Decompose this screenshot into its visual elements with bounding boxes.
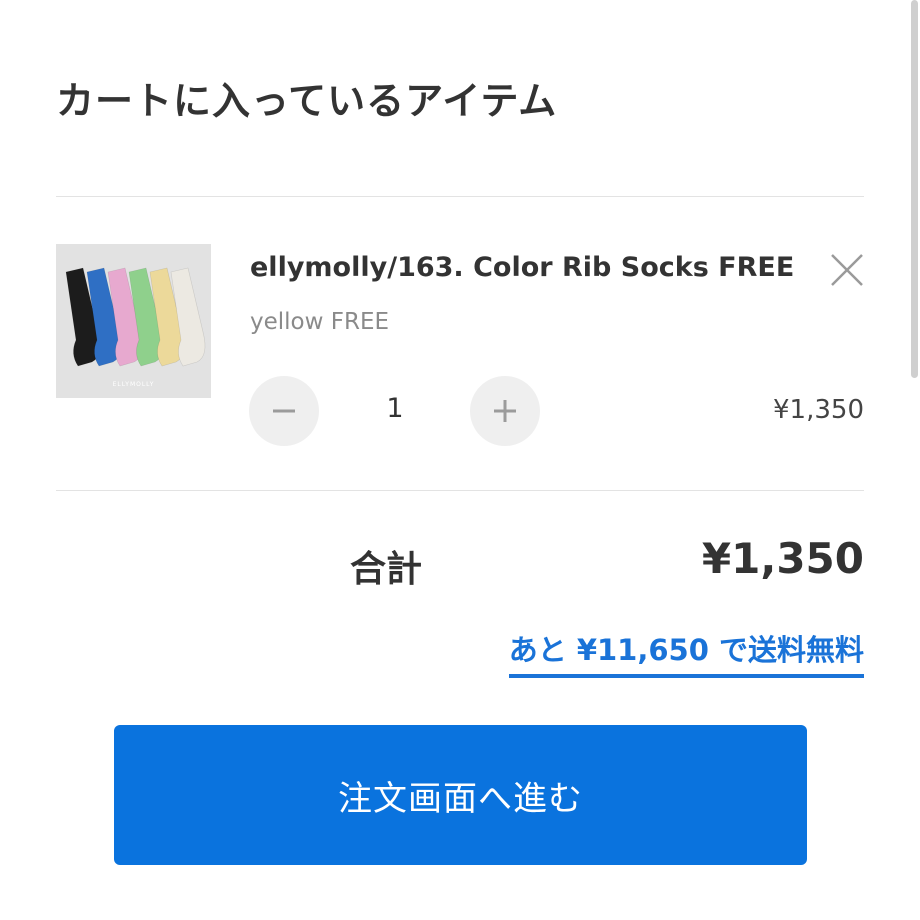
total-value: ¥1,350 <box>701 534 864 583</box>
total-label: 合計 <box>350 549 423 590</box>
socks-image <box>56 244 211 398</box>
close-icon <box>831 254 863 286</box>
cart-page: カートに入っているアイテム ELLYMOLLY ellymolly/163. C… <box>0 0 920 920</box>
checkout-button-label: 注文画面へ進む <box>338 778 583 819</box>
plus-icon <box>494 400 516 422</box>
scrollbar[interactable] <box>911 0 918 378</box>
checkout-button[interactable]: 注文画面へ進む <box>114 725 807 865</box>
minus-icon <box>273 409 295 413</box>
divider <box>56 490 864 491</box>
page-title: カートに入っているアイテム <box>56 79 558 123</box>
quantity-value: 1 <box>386 393 404 424</box>
thumb-logo: ELLYMOLLY <box>112 381 155 388</box>
decrease-quantity-button[interactable] <box>249 376 319 446</box>
product-variant: yellow FREE <box>250 309 390 335</box>
product-thumbnail[interactable]: ELLYMOLLY <box>56 244 211 398</box>
increase-quantity-button[interactable] <box>470 376 540 446</box>
remove-item-button[interactable] <box>828 251 866 289</box>
free-shipping-link[interactable]: あと ¥11,650 で送料無料 <box>508 627 864 678</box>
divider <box>56 196 864 197</box>
line-item-price: ¥1,350 <box>773 395 864 425</box>
product-name[interactable]: ellymolly/163. Color Rib Socks FREE <box>250 252 794 283</box>
